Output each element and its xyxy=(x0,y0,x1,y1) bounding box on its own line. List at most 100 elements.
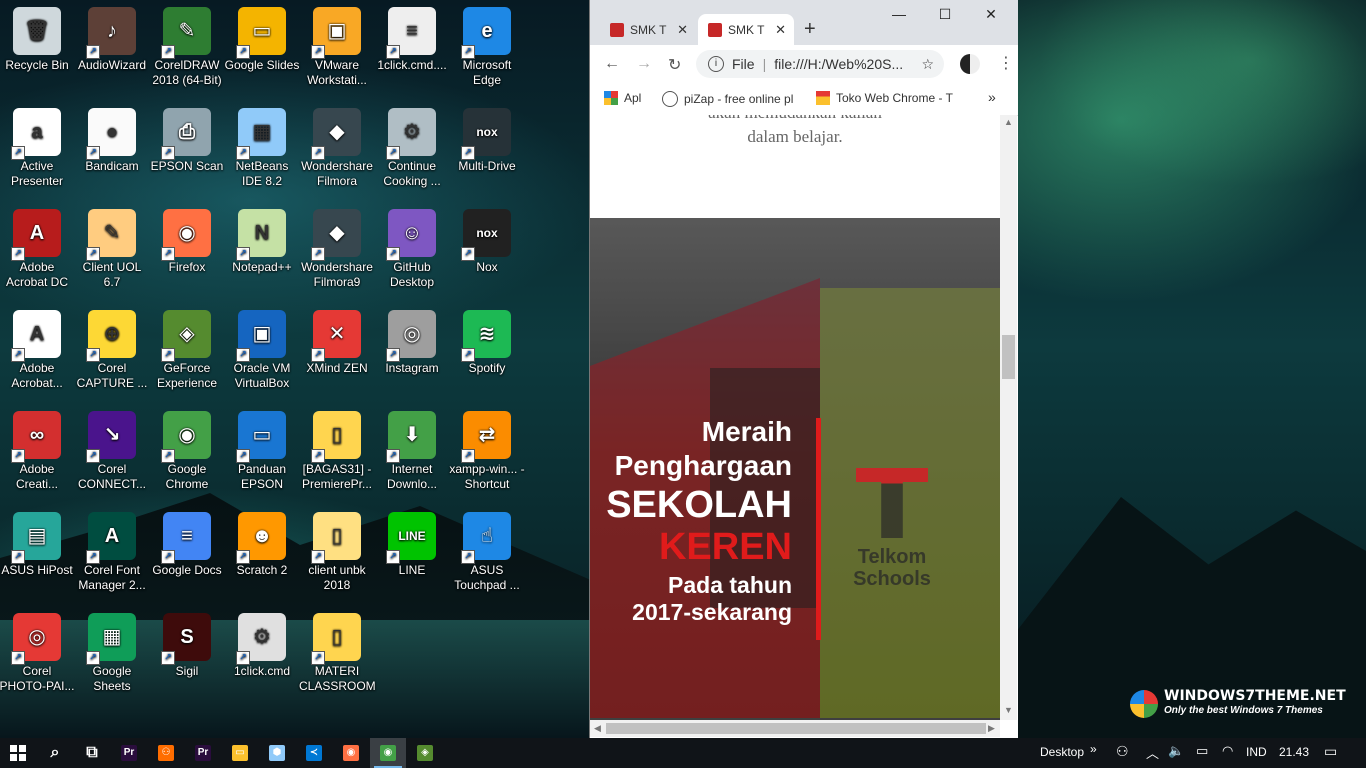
desktop-icon[interactable]: ▤ ↗ ASUS HiPost xyxy=(0,505,75,578)
desktop-icon[interactable]: N ↗ Notepad++ xyxy=(224,202,300,275)
reload-button[interactable]: ↻ xyxy=(668,55,681,75)
close-icon[interactable]: ✕ xyxy=(775,22,786,38)
desktop-icon[interactable]: ◆ ↗ Wondershare Filmora xyxy=(299,101,375,189)
desktop-icon[interactable]: A ↗ Adobe Acrobat... xyxy=(0,303,75,391)
desktop-icon[interactable]: nox ↗ Nox xyxy=(449,202,525,275)
desktop-icon[interactable]: ▦ ↗ Google Sheets xyxy=(74,606,150,694)
desktop-icon[interactable]: ▭ ↗ Panduan EPSON xyxy=(224,404,300,492)
desktop-toolbar-label[interactable]: Desktop xyxy=(1040,745,1084,759)
scroll-right-icon[interactable]: ▶ xyxy=(988,723,995,734)
taskbar-button[interactable]: Pr xyxy=(111,738,147,768)
desktop-icon[interactable]: ▭ ↗ Google Slides xyxy=(224,0,300,73)
volume-icon[interactable]: 🔈 xyxy=(1168,743,1184,759)
taskbar-button[interactable]: ⬢ xyxy=(259,738,295,768)
chevron-up-icon[interactable]: ︿ xyxy=(1146,743,1159,762)
taskbar-button[interactable]: ◉ xyxy=(333,738,369,768)
desktop-icon[interactable]: ✕ ↗ XMind ZEN xyxy=(299,303,375,376)
tab-smk-1[interactable]: SMK T ✕ xyxy=(600,14,696,45)
desktop-icon[interactable]: ◎ ↗ Corel PHOTO-PAI... xyxy=(0,606,75,694)
info-icon[interactable]: i xyxy=(708,56,724,72)
close-icon[interactable]: ✕ xyxy=(677,22,688,38)
forward-button[interactable]: → xyxy=(636,55,652,73)
url-text[interactable]: file:///H:/Web%20S... xyxy=(774,56,903,72)
desktop-icon[interactable]: ✎ ↗ CorelDRAW 2018 (64-Bit) xyxy=(149,0,225,88)
clock[interactable]: 21.43 xyxy=(1279,745,1309,759)
taskbar-button[interactable]: ▭ xyxy=(222,738,258,768)
scroll-up-icon[interactable]: ▲ xyxy=(1004,117,1013,127)
taskbar-button[interactable]: ⚇ xyxy=(148,738,184,768)
desktop-icon[interactable]: S ↗ Sigil xyxy=(149,606,225,679)
horizontal-scrollbar[interactable]: ◀ ▶ xyxy=(590,720,1000,737)
desktop-icon[interactable]: ◉ ↗ Firefox xyxy=(149,202,225,275)
desktop-icon[interactable]: nox ↗ Multi-Drive xyxy=(449,101,525,174)
desktop-icon[interactable]: ▯ ↗ MATERI CLASSROOM xyxy=(299,606,376,694)
desktop-icon[interactable]: 🗑 Recycle Bin xyxy=(0,0,75,73)
notification-icon[interactable]: ▭ xyxy=(1324,743,1337,760)
desktop-icon[interactable]: ▦ ↗ NetBeans IDE 8.2 xyxy=(224,101,300,189)
bookmark-pizap[interactable]: piZap - free online pl xyxy=(662,91,798,107)
desktop-icon[interactable]: ● ↗ Bandicam xyxy=(74,101,150,174)
desktop-icon[interactable]: ◎ ↗ Instagram xyxy=(374,303,450,376)
scroll-left-icon[interactable]: ◀ xyxy=(594,723,601,734)
desktop-icon[interactable]: ☺ ↗ GitHub Desktop xyxy=(374,202,450,290)
desktop-icon[interactable]: ▣ ↗ Oracle VM VirtualBox xyxy=(224,303,300,391)
desktop-icon[interactable]: ▯ ↗ [BAGAS31] - PremierePr... xyxy=(299,404,375,492)
taskbar-button[interactable]: ◉ xyxy=(370,738,406,768)
desktop-icon[interactable]: ⇄ ↗ xampp-win... - Shortcut xyxy=(449,404,525,492)
desktop-icon[interactable]: ☝ ↗ ASUS Touchpad ... xyxy=(449,505,525,593)
icon-glyph: ▦ xyxy=(102,625,122,648)
language-indicator[interactable]: IND xyxy=(1246,745,1267,759)
wifi-icon[interactable]: ◠ xyxy=(1222,743,1233,759)
desktop-icon[interactable]: ≡ ↗ Google Docs xyxy=(149,505,225,578)
bookmarks-more-button[interactable]: » xyxy=(988,89,996,105)
taskbar-button[interactable]: ◈ xyxy=(407,738,443,768)
desktop-icon[interactable]: ≡ ↗ 1click.cmd.... xyxy=(374,0,450,73)
desktop-icon[interactable]: ◆ ↗ Wondershare Filmora9 xyxy=(299,202,375,290)
toolbar-more-button[interactable]: » xyxy=(1090,742,1097,756)
omnibox[interactable]: i File | file:///H:/Web%20S... ☆ xyxy=(696,50,944,78)
bookmark-apps[interactable]: Apl xyxy=(604,91,641,105)
desktop-icon[interactable]: ▣ ↗ VMware Workstati... xyxy=(299,0,375,88)
taskbar-button[interactable]: Pr xyxy=(185,738,221,768)
desktop-icon[interactable]: LINE ↗ LINE xyxy=(374,505,450,578)
desktop-icon[interactable]: ◈ ↗ GeForce Experience xyxy=(149,303,225,391)
desktop-icon[interactable]: A ↗ Adobe Acrobat DC xyxy=(0,202,75,290)
tab-smk-2[interactable]: SMK T ✕ xyxy=(698,14,794,45)
desktop-icon[interactable]: ☻ ↗ Scratch 2 xyxy=(224,505,300,578)
desktop-icon[interactable]: ⚙ ↗ Continue Cooking ... xyxy=(374,101,450,189)
desktop-icon[interactable]: ▯ ↗ client unbk 2018 xyxy=(299,505,375,593)
star-icon[interactable]: ☆ xyxy=(921,56,934,73)
start-button[interactable] xyxy=(0,738,36,768)
minimize-button[interactable]: — xyxy=(876,6,922,22)
desktop-icon[interactable]: ∞ ↗ Adobe Creati... xyxy=(0,404,75,492)
taskbar-button[interactable]: ⧉ xyxy=(74,738,110,768)
desktop-icon[interactable]: ⚙ ↗ 1click.cmd xyxy=(224,606,300,679)
desktop-icon[interactable]: ✎ ↗ Client UOL 6.7 xyxy=(74,202,150,290)
desktop-icon[interactable]: ♪ ↗ AudioWizard xyxy=(74,0,150,73)
close-window-button[interactable]: ✕ xyxy=(968,6,1014,23)
scroll-thumb[interactable] xyxy=(606,723,986,734)
desktop-icon[interactable]: A ↗ Corel Font Manager 2... xyxy=(74,505,150,593)
scroll-down-icon[interactable]: ▼ xyxy=(1004,705,1013,715)
back-button[interactable]: ← xyxy=(604,55,620,73)
desktop-icon[interactable]: ⎙ ↗ EPSON Scan xyxy=(149,101,225,174)
menu-icon[interactable]: ⋮ xyxy=(998,53,1014,73)
desktop-icon[interactable]: ≋ ↗ Spotify xyxy=(449,303,525,376)
desktop-icon[interactable]: ⬇ ↗ Internet Downlo... xyxy=(374,404,450,492)
desktop-icon[interactable]: ↘ ↗ Corel CONNECT... xyxy=(74,404,150,492)
desktop-icon[interactable]: e ↗ Microsoft Edge xyxy=(449,0,525,88)
people-icon[interactable]: ⚇ xyxy=(1116,743,1129,760)
desktop-icon[interactable]: ⊕ ↗ Corel CAPTURE ... xyxy=(74,303,150,391)
desktop-icon-label: Sigil xyxy=(175,664,199,678)
battery-icon[interactable]: ▭ xyxy=(1196,743,1208,759)
desktop-icon[interactable]: ◉ ↗ Google Chrome xyxy=(149,404,225,492)
new-tab-button[interactable]: + xyxy=(804,18,816,41)
taskbar-button[interactable]: ≺ xyxy=(296,738,332,768)
scroll-thumb[interactable] xyxy=(1002,335,1015,379)
vertical-scrollbar[interactable]: ▲ ▼ xyxy=(1000,115,1017,720)
taskbar-button[interactable]: ⌕ xyxy=(37,738,73,768)
desktop-icon[interactable]: a ↗ Active Presenter xyxy=(0,101,75,189)
bookmark-webstore[interactable]: Toko Web Chrome - T xyxy=(816,91,956,105)
maximize-button[interactable]: ☐ xyxy=(922,6,968,23)
profile-avatar[interactable] xyxy=(960,54,980,74)
